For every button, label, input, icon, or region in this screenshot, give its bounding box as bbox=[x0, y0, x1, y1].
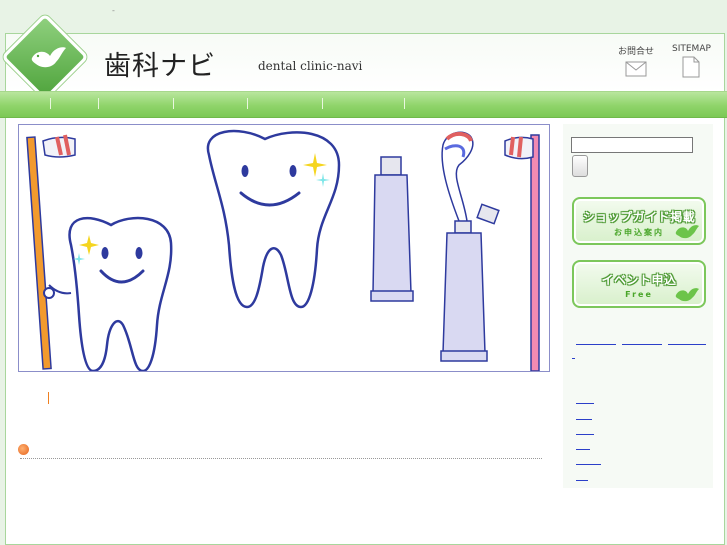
search-button[interactable] bbox=[572, 155, 588, 177]
sidebar-link[interactable] bbox=[576, 480, 588, 481]
large-tooth bbox=[206, 129, 341, 309]
search-input[interactable] bbox=[571, 137, 693, 153]
sidebar-link[interactable] bbox=[576, 403, 594, 404]
nav-item[interactable] bbox=[248, 92, 322, 117]
sidebar-link[interactable] bbox=[576, 464, 601, 465]
hero-illustration bbox=[18, 124, 550, 372]
teeth-illustration bbox=[26, 129, 540, 371]
global-nav bbox=[0, 91, 727, 118]
content-divider bbox=[20, 458, 542, 459]
toothpaste-tube-closed bbox=[370, 156, 414, 302]
dove-logo-icon bbox=[31, 47, 67, 68]
sitemap-link[interactable]: SITEMAP bbox=[672, 44, 711, 81]
toothbrush-right bbox=[504, 134, 540, 371]
shop-guide-banner[interactable]: ショップガイド掲載 お申込案内 bbox=[572, 197, 706, 245]
sidebar-link[interactable] bbox=[576, 449, 590, 450]
sidebar-link[interactable] bbox=[576, 419, 592, 420]
envelope-icon bbox=[625, 61, 647, 77]
nav-item[interactable] bbox=[51, 92, 98, 117]
nav-item[interactable] bbox=[323, 92, 404, 117]
sidebar-link[interactable] bbox=[576, 344, 616, 345]
dove-icon bbox=[675, 288, 699, 302]
sidebar-link[interactable] bbox=[576, 434, 594, 435]
sidebar-link[interactable] bbox=[622, 344, 662, 345]
site-title[interactable]: 歯科ナビ bbox=[104, 44, 216, 83]
document-icon bbox=[682, 56, 700, 78]
event-apply-banner[interactable]: イベント申込 Free bbox=[572, 260, 706, 308]
toothbrush-left bbox=[26, 134, 76, 370]
contact-link[interactable]: お問合せ bbox=[618, 44, 654, 80]
nav-item[interactable] bbox=[0, 92, 50, 117]
site-subtitle: dental clinic-navi bbox=[258, 59, 363, 73]
sidebar-link[interactable] bbox=[572, 358, 575, 359]
small-tooth bbox=[43, 216, 173, 371]
bullet-icon bbox=[18, 444, 29, 455]
toothpaste-tube-open bbox=[440, 131, 500, 362]
nav-separator bbox=[404, 98, 405, 109]
orange-marker bbox=[48, 392, 49, 404]
nav-item[interactable] bbox=[99, 92, 173, 117]
sidebar-link[interactable] bbox=[668, 344, 706, 345]
contact-link-label: お問合せ bbox=[618, 47, 655, 57]
nav-item[interactable] bbox=[174, 92, 247, 117]
top-marker: - bbox=[112, 6, 115, 15]
dove-icon bbox=[675, 225, 699, 239]
sitemap-link-label: SITEMAP bbox=[672, 44, 711, 54]
